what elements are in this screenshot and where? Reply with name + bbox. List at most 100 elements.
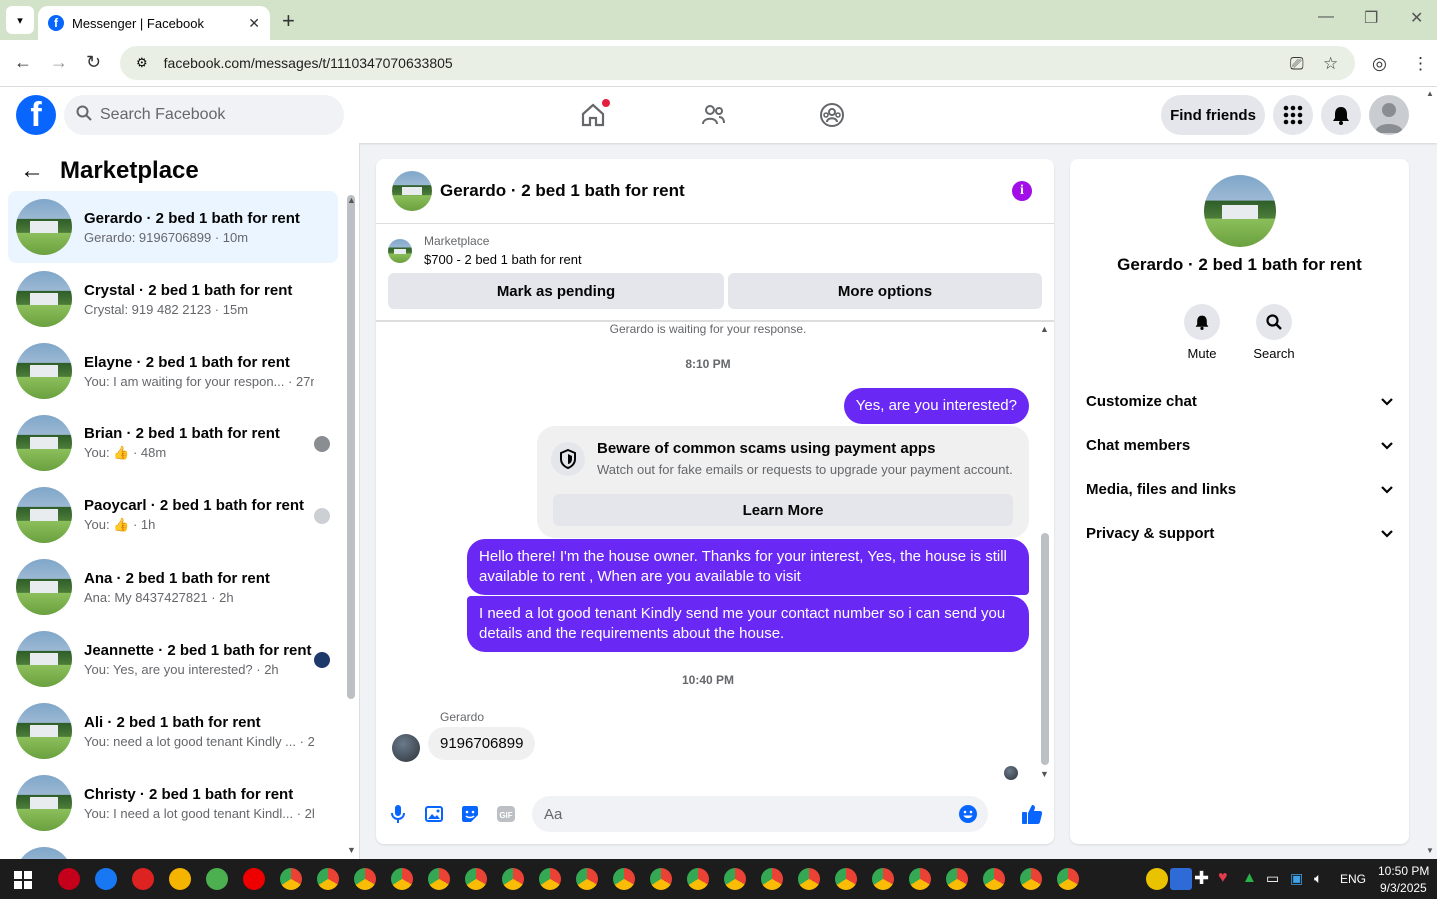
outgoing-message[interactable]: Hello there! I'm the house owner. Thanks… [467,539,1029,595]
sticker-icon[interactable] [460,804,480,824]
taskbar-app-icon[interactable] [724,868,746,890]
learn-more-button[interactable]: Learn More [553,494,1013,526]
taskbar-app-icon[interactable] [613,868,635,890]
windows-start-icon[interactable] [14,871,32,892]
close-window-button[interactable]: ✕ [1410,8,1423,28]
bookmark-star-icon[interactable]: ☆ [1323,54,1338,74]
conversation-item[interactable]: Jeannette · 2 bed 1 bath for rent You: Ye… [8,623,338,695]
taskbar-app-icon[interactable] [761,868,783,890]
forward-button[interactable]: → [50,52,68,73]
menu-kebab-icon[interactable]: ⋮ [1412,54,1429,74]
close-tab-icon[interactable]: ✕ [248,15,260,32]
site-info-icon[interactable]: ⚙ [136,55,148,71]
outgoing-message[interactable]: Yes, are you interested? [843,388,1029,424]
notifications-bell-icon[interactable] [1321,95,1361,135]
taskbar-app-icon[interactable] [502,868,524,890]
tab-search-button[interactable]: ▾ [6,6,34,34]
tray-network-icon[interactable]: ▭ [1266,870,1279,887]
mark-pending-button[interactable]: Mark as pending [388,273,724,309]
details-section-row[interactable]: Privacy & support [1086,511,1393,555]
language-indicator[interactable]: ENG [1340,872,1366,886]
contact-avatar[interactable] [1204,175,1276,247]
clock-time[interactable]: 10:50 PM [1378,864,1429,878]
scroll-down-icon[interactable]: ▼ [347,845,356,855]
tray-info-icon[interactable] [1170,868,1192,890]
tray-plus-icon[interactable]: ✚ [1194,868,1209,889]
home-icon[interactable] [579,99,610,129]
emoji-icon[interactable] [958,804,978,827]
conversation-item[interactable]: Ali · 2 bed 1 bath for rent You: need a l… [8,695,338,767]
conversation-item[interactable]: Crystal · 2 bed 1 bath for rent Crystal: … [8,263,338,335]
conversation-item[interactable]: Brian · 2 bed 1 bath for rent You: 👍 · 48… [8,407,338,479]
scroll-up-icon[interactable]: ▲ [1040,324,1049,334]
taskbar-app-icon[interactable] [650,868,672,890]
search-input[interactable] [100,106,320,124]
address-bar[interactable]: ⚙ facebook.com/messages/t/11103470706338… [120,46,1355,80]
taskbar-app-icon[interactable] [835,868,857,890]
taskbar-app-icon[interactable] [428,868,450,890]
listing-thumbnail[interactable] [388,238,412,263]
conversation-item[interactable]: Christy · 2 bed 1 bath for rent You: I ne… [8,767,338,839]
taskbar-app-icon[interactable] [354,868,376,890]
taskbar-app-icon[interactable] [206,868,228,890]
taskbar-app-icon[interactable] [946,868,968,890]
install-app-icon[interactable]: ⎚ [1290,54,1304,74]
details-section-row[interactable]: Chat members [1086,423,1393,467]
scroll-up-icon[interactable]: ▲ [347,195,356,205]
taskbar-app-icon[interactable] [317,868,339,890]
reload-button[interactable]: ↻ [86,52,101,73]
conversation-item[interactable]: Ana · 2 bed 1 bath for rent Ana: My 84374… [8,551,338,623]
tray-heart-icon[interactable]: ♥ [1218,869,1228,887]
taskbar-app-icon[interactable] [1057,868,1079,890]
taskbar-app-icon[interactable] [687,868,709,890]
conversation-item[interactable]: Stacey · 2 bed 1 bath for rent [8,839,338,859]
photo-icon[interactable] [424,804,444,824]
profile-icon[interactable]: ◎ [1372,54,1387,74]
taskbar-app-icon[interactable] [58,868,80,890]
chat-avatar[interactable] [392,171,432,211]
taskbar-app-icon[interactable] [983,868,1005,890]
incoming-message[interactable]: 9196706899 [428,727,536,760]
taskbar-app-icon[interactable] [169,868,191,890]
clock-date[interactable]: 9/3/2025 [1380,881,1427,895]
minimize-button[interactable]: — [1318,8,1334,26]
mute-button[interactable]: Mute [1172,304,1232,361]
taskbar-app-icon[interactable] [872,868,894,890]
restore-button[interactable]: ❐ [1364,8,1378,28]
more-options-button[interactable]: More options [728,273,1042,309]
microphone-icon[interactable] [388,804,408,824]
info-icon[interactable]: i [1012,181,1032,201]
new-tab-button[interactable]: + [282,8,295,34]
taskbar-app-icon[interactable] [391,868,413,890]
gif-icon[interactable]: GIF [496,804,516,824]
facebook-logo-icon[interactable]: f [16,95,56,135]
taskbar-app-icon[interactable] [95,868,117,890]
tray-drive-icon[interactable]: ▲ [1242,869,1257,886]
menu-grid-icon[interactable] [1273,95,1313,135]
search-in-chat-button[interactable]: Search [1244,304,1304,361]
tray-app-icon[interactable] [1146,868,1168,890]
details-section-row[interactable]: Media, files and links [1086,467,1393,511]
taskbar-app-icon[interactable] [465,868,487,890]
thumbs-up-icon[interactable] [1020,802,1044,826]
account-avatar[interactable] [1369,95,1409,135]
taskbar-app-icon[interactable] [1020,868,1042,890]
chat-title[interactable]: Gerardo · 2 bed 1 bath for rent [440,181,685,201]
page-scroll-up-icon[interactable]: ▲ [1426,89,1434,98]
conversation-item[interactable]: Elayne · 2 bed 1 bath for rent You: I am … [8,335,338,407]
taskbar-app-icon[interactable] [243,868,265,890]
friends-icon[interactable] [699,101,727,129]
message-input-box[interactable] [532,796,988,832]
back-button[interactable]: ← [14,52,32,73]
sidebar-scrollbar[interactable] [347,195,355,699]
page-scroll-down-icon[interactable]: ▼ [1426,846,1434,855]
taskbar-app-icon[interactable] [798,868,820,890]
taskbar-app-icon[interactable] [539,868,561,890]
taskbar-app-icon[interactable] [576,868,598,890]
volume-icon[interactable]: 🔈︎ [1314,870,1322,887]
conversation-item[interactable]: Paoycarl · 2 bed 1 bath for rent You: 👍 ·… [8,479,338,551]
groups-icon[interactable] [818,101,846,129]
scroll-down-icon[interactable]: ▼ [1040,769,1049,779]
sender-avatar[interactable] [392,734,420,762]
taskbar-app-icon[interactable] [280,868,302,890]
